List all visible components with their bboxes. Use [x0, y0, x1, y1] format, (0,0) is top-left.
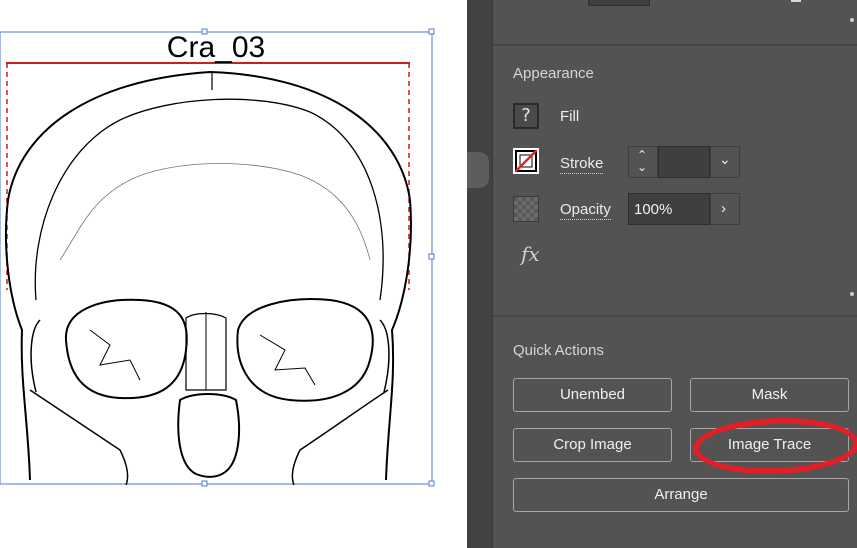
skull-illustration[interactable]	[0, 0, 467, 548]
opacity-label[interactable]: Opacity	[560, 201, 611, 220]
stroke-weight-input[interactable]	[658, 146, 710, 178]
opacity-label-text[interactable]: Opacity	[560, 201, 611, 220]
mask-button[interactable]: Mask	[690, 378, 849, 412]
stepper-down-icon[interactable]: ⌄	[637, 160, 647, 174]
panel-collapse-gutter	[467, 0, 494, 548]
quick-actions-title: Quick Actions	[513, 342, 604, 359]
stroke-weight-stepper[interactable]: ⌃ ⌄	[628, 146, 658, 178]
panel-resize-handle[interactable]	[467, 152, 489, 188]
fill-label: Fill	[560, 108, 580, 125]
fill-swatch[interactable]: ?	[513, 103, 539, 129]
stroke-weight-dropdown[interactable]: ⌄	[710, 146, 740, 178]
top-icon-remnant[interactable]	[791, 0, 801, 2]
appearance-title: Appearance	[513, 65, 594, 82]
stroke-label-text[interactable]: Stroke	[560, 155, 604, 174]
section-divider	[493, 44, 857, 46]
panel-menu-dot[interactable]	[850, 18, 854, 22]
artboard-canvas[interactable]: Cra_03	[0, 0, 467, 548]
no-stroke-icon	[515, 150, 537, 172]
annotation-highlight-ring	[692, 415, 857, 477]
crop-image-button[interactable]: Crop Image	[513, 428, 672, 462]
properties-panel: Appearance ? Fill Stroke ⌃ ⌄ ⌄ Opacity 1…	[493, 0, 857, 548]
artboard-title: Cra_03	[166, 31, 266, 64]
opacity-swatch[interactable]	[513, 196, 539, 222]
panel-menu-dot[interactable]	[850, 292, 854, 296]
arrange-button[interactable]: Arrange	[513, 478, 849, 512]
unknown-fill-icon: ?	[521, 105, 531, 126]
stroke-swatch[interactable]	[513, 148, 539, 174]
fx-icon[interactable]: fx	[521, 242, 540, 266]
opacity-dropdown[interactable]: ›	[710, 193, 740, 225]
stroke-label[interactable]: Stroke	[560, 155, 604, 174]
chevron-right-icon: ›	[721, 200, 726, 217]
opacity-input[interactable]: 100%	[628, 193, 710, 225]
section-divider	[493, 315, 857, 317]
top-field-remnant[interactable]	[588, 0, 650, 6]
chevron-down-icon: ⌄	[719, 151, 731, 167]
unembed-button[interactable]: Unembed	[513, 378, 672, 412]
opacity-value[interactable]: 100%	[634, 201, 672, 218]
